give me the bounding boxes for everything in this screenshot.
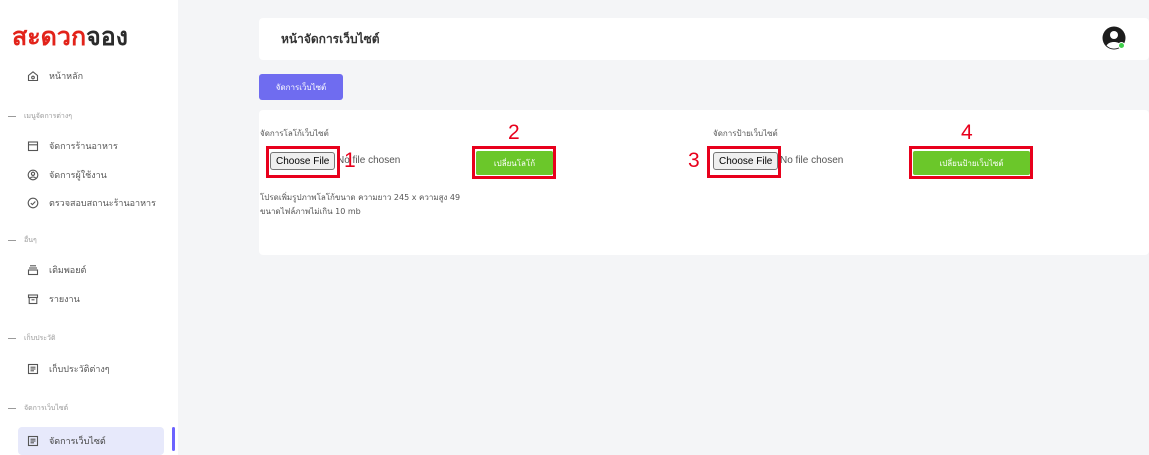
page-header: หน้าจัดการเว็บไซต์	[259, 18, 1149, 60]
banner-file-status: No file chosen	[780, 155, 844, 166]
document-icon	[27, 363, 39, 375]
sidebar-section-title: เก็บประวัติ	[24, 333, 56, 342]
sidebar-item-label: จัดการเว็บไซต์	[49, 437, 106, 447]
annotation-number-4: 4	[961, 121, 973, 144]
banner-choose-file-button[interactable]: Choose File	[713, 152, 779, 170]
archive-icon	[27, 294, 39, 305]
active-indicator	[172, 427, 175, 451]
sidebar-section-menu: เมนูจัดการต่างๆ	[8, 109, 72, 123]
sidebar-item-label: จัดการร้านอาหาร	[49, 142, 118, 152]
sidebar-item-topup[interactable]: เติมพอยต์	[27, 259, 86, 281]
sidebar: สะดวกจอง หน้าหลัก เมนูจัดการต่างๆ จัดการ…	[0, 0, 178, 455]
sidebar-item-label: เติมพอยต์	[49, 266, 87, 276]
logo-upload-label: จัดการโลโก้เว็บไซต์	[260, 129, 329, 138]
sidebar-item-status-check[interactable]: ตรวจสอบสถานะร้านอาหาร	[27, 192, 156, 214]
sidebar-item-report[interactable]: รายงาน	[27, 288, 80, 310]
section-divider	[8, 239, 16, 241]
change-logo-button[interactable]: เปลี่ยนโลโก้	[476, 151, 553, 175]
logo-size-note: โปรดเพิ่มรูปภาพโลโก้ขนาด ความยาว 245 x ค…	[260, 193, 461, 202]
annotation-number-1: 1	[344, 149, 356, 172]
section-divider	[8, 407, 16, 409]
sidebar-section-other: อื่นๆ	[8, 233, 37, 247]
file-size-note: ขนาดไฟล์ภาพไม่เกิน 10 mb	[260, 207, 361, 216]
check-circle-icon	[27, 197, 39, 209]
sidebar-item-users[interactable]: จัดการผู้ใช้งาน	[27, 164, 107, 186]
sidebar-section-title: เมนูจัดการต่างๆ	[24, 111, 73, 120]
section-divider	[8, 115, 16, 117]
user-avatar-icon[interactable]	[1102, 26, 1126, 50]
sidebar-item-label: จัดการผู้ใช้งาน	[49, 171, 107, 181]
sidebar-item-restaurants[interactable]: จัดการร้านอาหาร	[27, 135, 118, 157]
annotation-number-2: 2	[508, 121, 520, 144]
section-divider	[8, 337, 16, 339]
page-title: หน้าจัดการเว็บไซต์	[281, 32, 380, 46]
home-icon	[27, 71, 39, 82]
annotation-number-3: 3	[688, 149, 700, 172]
sidebar-section-website: จัดการเว็บไซต์	[8, 401, 68, 415]
settings-card	[259, 110, 1149, 255]
banner-upload-label: จัดการป้ายเว็บไซต์	[713, 129, 778, 138]
sidebar-section-title: อื่นๆ	[24, 235, 37, 244]
sidebar-section-title: จัดการเว็บไซต์	[24, 403, 69, 412]
sidebar-section-history: เก็บประวัติ	[8, 331, 56, 345]
change-banner-button[interactable]: เปลี่ยนป้ายเว็บไซต์	[913, 151, 1030, 175]
user-circle-icon	[27, 169, 39, 181]
sidebar-item-label: หน้าหลัก	[49, 72, 84, 82]
logo-text-part2: จอง	[86, 22, 128, 51]
stack-icon	[27, 265, 39, 276]
brand-logo[interactable]: สะดวกจอง	[12, 22, 128, 52]
logo-choose-file-button[interactable]: Choose File	[270, 152, 336, 170]
sidebar-item-label: เก็บประวัติต่างๆ	[49, 365, 110, 375]
calendar-icon	[27, 141, 39, 152]
logo-text-part1: สะดวก	[12, 22, 87, 51]
sidebar-item-manage-website[interactable]: จัดการเว็บไซต์	[18, 427, 164, 455]
manage-website-button[interactable]: จัดการเว็บไซต์	[259, 74, 343, 100]
sidebar-item-label: ตรวจสอบสถานะร้านอาหาร	[49, 199, 156, 209]
sidebar-item-label: รายงาน	[49, 295, 80, 305]
document-icon	[27, 435, 39, 447]
sidebar-item-home[interactable]: หน้าหลัก	[27, 65, 83, 87]
sidebar-item-history[interactable]: เก็บประวัติต่างๆ	[27, 358, 110, 380]
